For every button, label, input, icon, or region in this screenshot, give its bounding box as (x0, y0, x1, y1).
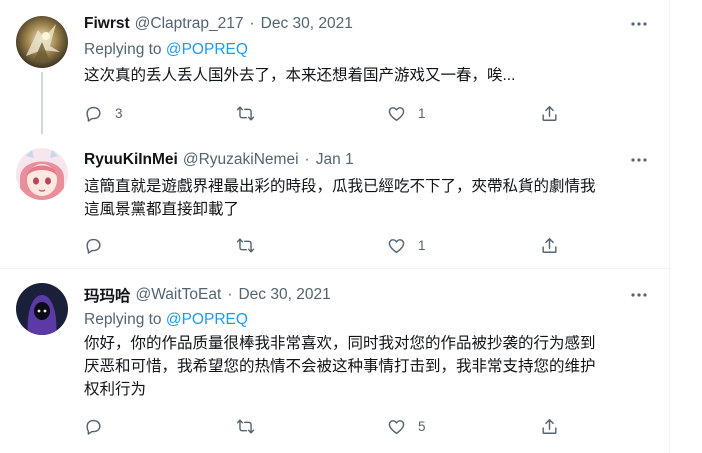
tweet-text-line: 這簡直就是遊戲界裡最出彩的時段，瓜我已經吃不下了，夾帶私貨的劇情我 (84, 178, 596, 195)
separator-dot: · (304, 151, 310, 168)
share-button[interactable] (540, 101, 559, 125)
tweet-header: Fiwrst @Claptrap_217 · Dec 30, 2021 (84, 14, 649, 34)
tweet[interactable]: Fiwrst @Claptrap_217 · Dec 30, 2021 Repl… (0, 0, 669, 134)
tweet-text-line: 這風景黨都直接卸載了 (84, 201, 240, 218)
thread-connector (41, 72, 43, 134)
reply-icon (86, 106, 101, 122)
retweet-icon (236, 418, 255, 434)
tweet-text: 这次真的丢人丢人国外去了，本来还想着国产游戏又一春，唉... (84, 64, 650, 87)
reply-button[interactable] (84, 233, 115, 257)
replying-prefix: Replying to (84, 41, 166, 58)
tweet-header: RyuuKiInMei @RyuzakiNemei · Jan 1 (84, 150, 649, 170)
replying-to-handle[interactable]: @POPREQ (166, 41, 248, 58)
like-button[interactable]: 1 (387, 101, 426, 125)
replying-prefix: Replying to (84, 311, 166, 328)
reply-icon (86, 419, 101, 435)
reply-button[interactable]: 3 (84, 101, 123, 125)
like-button[interactable]: 1 (387, 233, 426, 257)
timestamp[interactable]: Jan 1 (316, 151, 354, 169)
like-button[interactable]: 5 (387, 414, 426, 438)
share-icon (542, 418, 557, 434)
like-count: 5 (418, 418, 426, 434)
tweet[interactable]: RyuuKiInMei @RyuzakiNemei · Jan 1 這簡直就是遊… (0, 134, 669, 268)
reply-button[interactable] (84, 414, 115, 438)
tweet-actions: 3 1 (84, 101, 564, 125)
share-button[interactable] (540, 233, 559, 257)
retweet-button[interactable] (236, 233, 267, 257)
reply-icon (86, 238, 101, 254)
timestamp[interactable]: Dec 30, 2021 (261, 15, 353, 33)
user-handle[interactable]: @Claptrap_217 (135, 15, 244, 33)
tweet-actions: 1 (84, 233, 564, 257)
retweet-button[interactable] (236, 414, 267, 438)
tweet-header: 玛玛哈 @WaitToEat · Dec 30, 2021 (84, 285, 649, 305)
tweet[interactable]: 玛玛哈 @WaitToEat · Dec 30, 2021 Replying t… (0, 269, 669, 453)
more-options-icon[interactable] (629, 14, 649, 34)
timestamp[interactable]: Dec 30, 2021 (238, 286, 330, 304)
retweet-button[interactable] (236, 101, 267, 125)
separator-dot: · (227, 286, 233, 303)
display-name[interactable]: RyuuKiInMei (84, 151, 178, 169)
tweet-actions: 5 (84, 414, 564, 438)
tweet-text-line: 这次真的丢人丢人国外去了，本来还想着国产游戏又一春，唉... (84, 67, 516, 84)
timeline: Fiwrst @Claptrap_217 · Dec 30, 2021 Repl… (0, 0, 670, 453)
replying-to: Replying to @POPREQ (84, 311, 248, 329)
replying-to: Replying to @POPREQ (84, 41, 248, 59)
reply-count: 3 (115, 105, 123, 121)
tweet-text-line: 厌恶和可惜，我希望您的热情不会被这种事情打击到，我非常支持您的维护 (84, 358, 596, 375)
user-handle[interactable]: @WaitToEat (136, 286, 222, 304)
more-options-icon[interactable] (629, 150, 649, 170)
avatar-anime-mech-icon[interactable] (16, 16, 68, 68)
retweet-icon (236, 105, 255, 121)
like-count: 1 (418, 105, 426, 121)
tweet-text: 這簡直就是遊戲界裡最出彩的時段，瓜我已經吃不下了，夾帶私貨的劇情我 這風景黨都直… (84, 175, 650, 221)
heart-icon (388, 419, 405, 434)
retweet-icon (236, 237, 255, 253)
user-handle[interactable]: @RyuzakiNemei (183, 151, 299, 169)
display-name[interactable]: Fiwrst (84, 15, 130, 33)
separator-dot: · (249, 15, 255, 32)
tweet-text: 你好，你的作品质量很棒我非常喜欢，同时我对您的作品被抄袭的行为感到 厌恶和可惜，… (84, 332, 650, 401)
like-count: 1 (418, 237, 426, 253)
tweet-text-line: 权利行为 (84, 381, 147, 398)
heart-icon (388, 238, 405, 253)
share-icon (542, 105, 557, 121)
heart-icon (388, 106, 405, 121)
share-button[interactable] (540, 414, 559, 438)
avatar-anime-girl-icon[interactable] (16, 148, 68, 200)
display-name[interactable]: 玛玛哈 (84, 284, 131, 306)
replying-to-handle[interactable]: @POPREQ (166, 311, 248, 328)
tweet-text-line: 你好，你的作品质量很棒我非常喜欢，同时我对您的作品被抄袭的行为感到 (84, 335, 596, 352)
share-icon (542, 237, 557, 253)
more-options-icon[interactable] (629, 285, 649, 305)
avatar-hooded-figure-icon[interactable] (16, 283, 68, 335)
